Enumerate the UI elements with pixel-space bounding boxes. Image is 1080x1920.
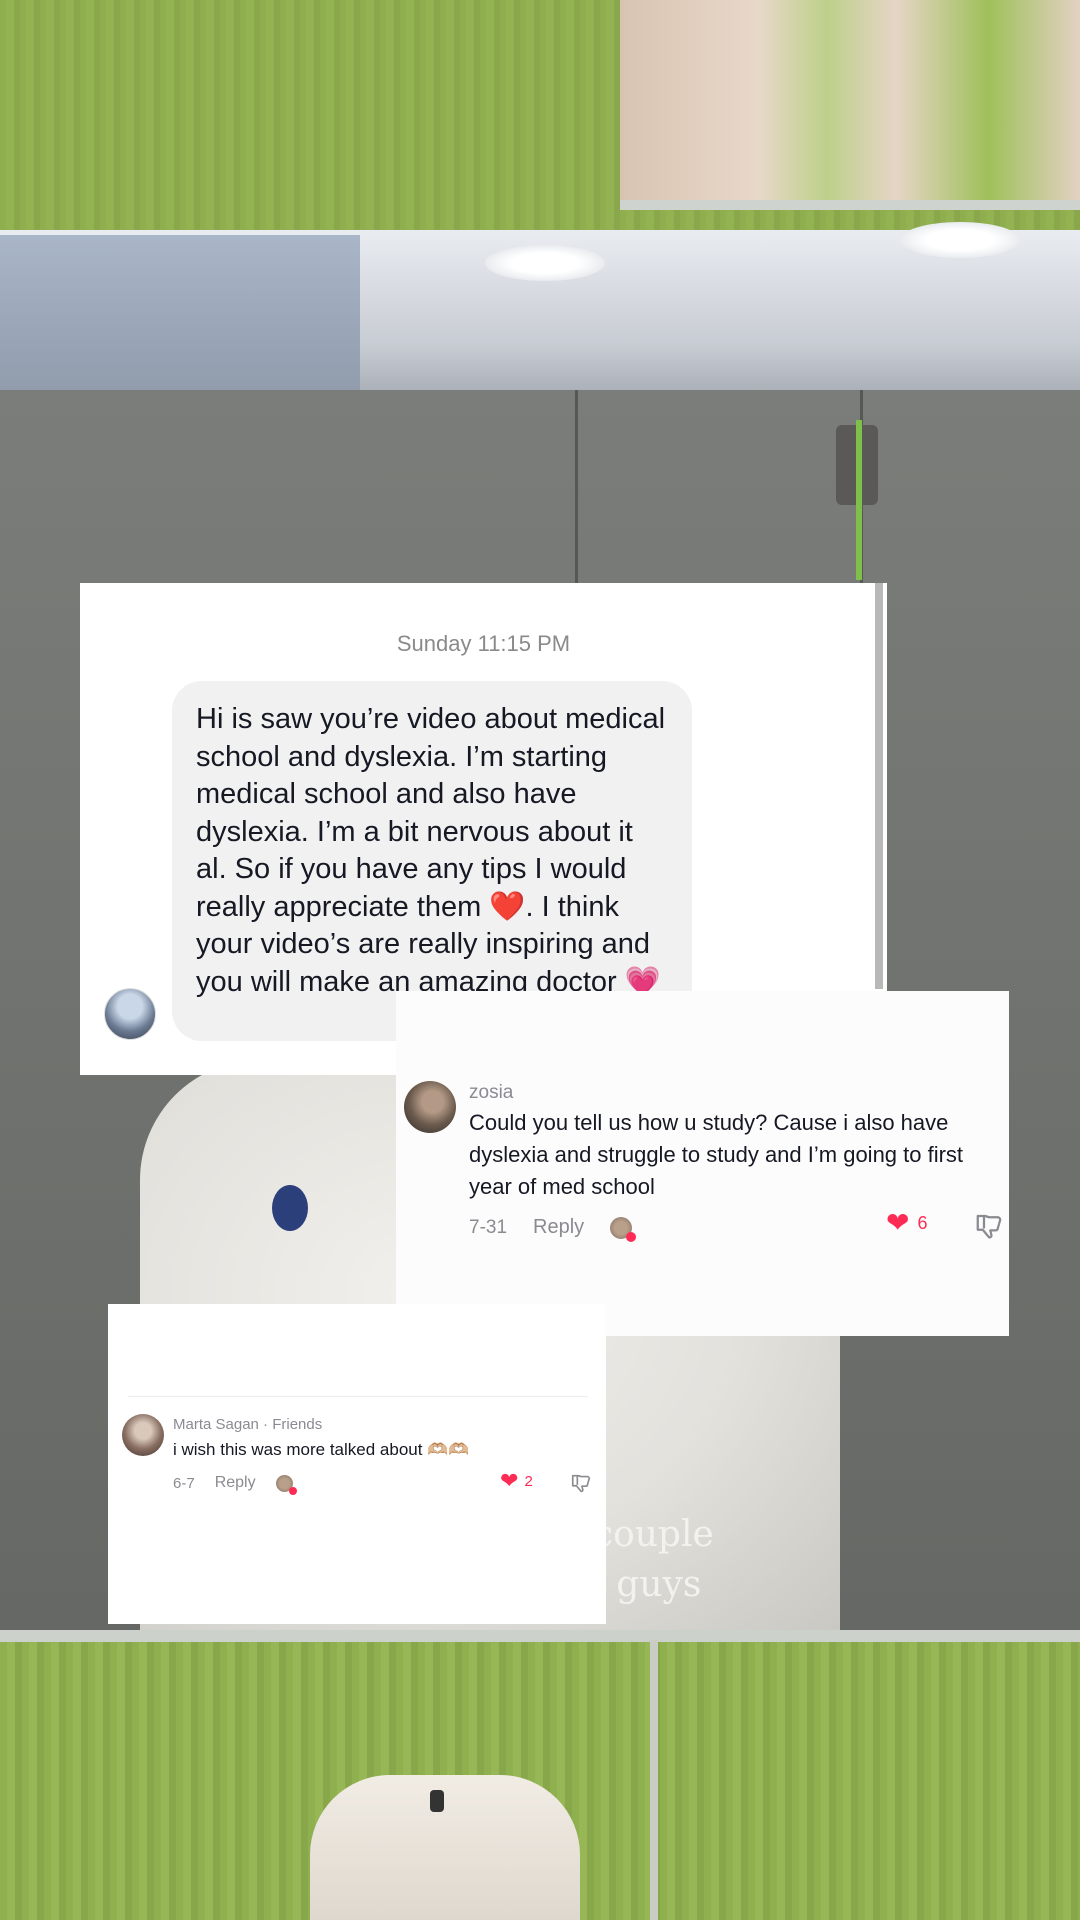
sink (310, 1775, 580, 1920)
like-count: 6 (917, 1212, 928, 1233)
comment-text: i wish this was more talked about 🫶🏼🫶🏼 (173, 1440, 470, 1459)
creator-liked-avatar (275, 1474, 297, 1495)
message-bubble: Hi is saw you’re video about medical sch… (172, 681, 692, 1041)
reply-button[interactable]: Reply (533, 1216, 584, 1239)
stall-lock-rod (856, 420, 862, 580)
like-count: 2 (524, 1472, 533, 1490)
comment-meta: 6-7 Reply (173, 1474, 297, 1495)
avatar[interactable] (404, 1081, 456, 1133)
like-button[interactable]: ❤ 2 (500, 1470, 533, 1492)
message-timestamp: Sunday 11:15 PM (396, 631, 571, 656)
comment-date: 6-7 (173, 1474, 195, 1492)
comment-text: Could you tell us how u study? Cause i a… (469, 1110, 964, 1199)
comment-date: 7-31 (469, 1216, 508, 1238)
ceiling-light (485, 245, 605, 281)
heart-icon: ❤ (886, 1207, 910, 1238)
badge-clip (272, 1185, 308, 1231)
comment-card: Marta Sagan · Friends i wish this was mo… (108, 1304, 606, 1624)
comment-username[interactable]: Marta Sagan · Friends (173, 1416, 322, 1433)
dislike-icon[interactable] (570, 1472, 592, 1494)
mirror-cabinet (620, 0, 1080, 210)
creator-liked-avatar (610, 1216, 637, 1242)
like-button[interactable]: ❤ 6 (886, 1209, 927, 1237)
faucet (430, 1790, 444, 1812)
comment-meta: 7-31 Reply (469, 1216, 637, 1242)
heart-icon: ❤ (500, 1468, 519, 1493)
red-heart-emoji: ❤️ (489, 890, 526, 923)
dislike-icon[interactable] (974, 1211, 1004, 1241)
tile-grout (650, 1640, 658, 1920)
avatar[interactable] (104, 988, 156, 1040)
ceiling-light (900, 222, 1020, 258)
ceiling-window (0, 235, 360, 415)
stall-divider (575, 390, 578, 610)
divider (128, 1396, 588, 1397)
reply-button[interactable]: Reply (215, 1474, 256, 1492)
comment-card: zosia Could you tell us how u study? Cau… (396, 991, 1009, 1336)
comment-username[interactable]: zosia (469, 1082, 513, 1104)
avatar[interactable] (122, 1414, 164, 1456)
